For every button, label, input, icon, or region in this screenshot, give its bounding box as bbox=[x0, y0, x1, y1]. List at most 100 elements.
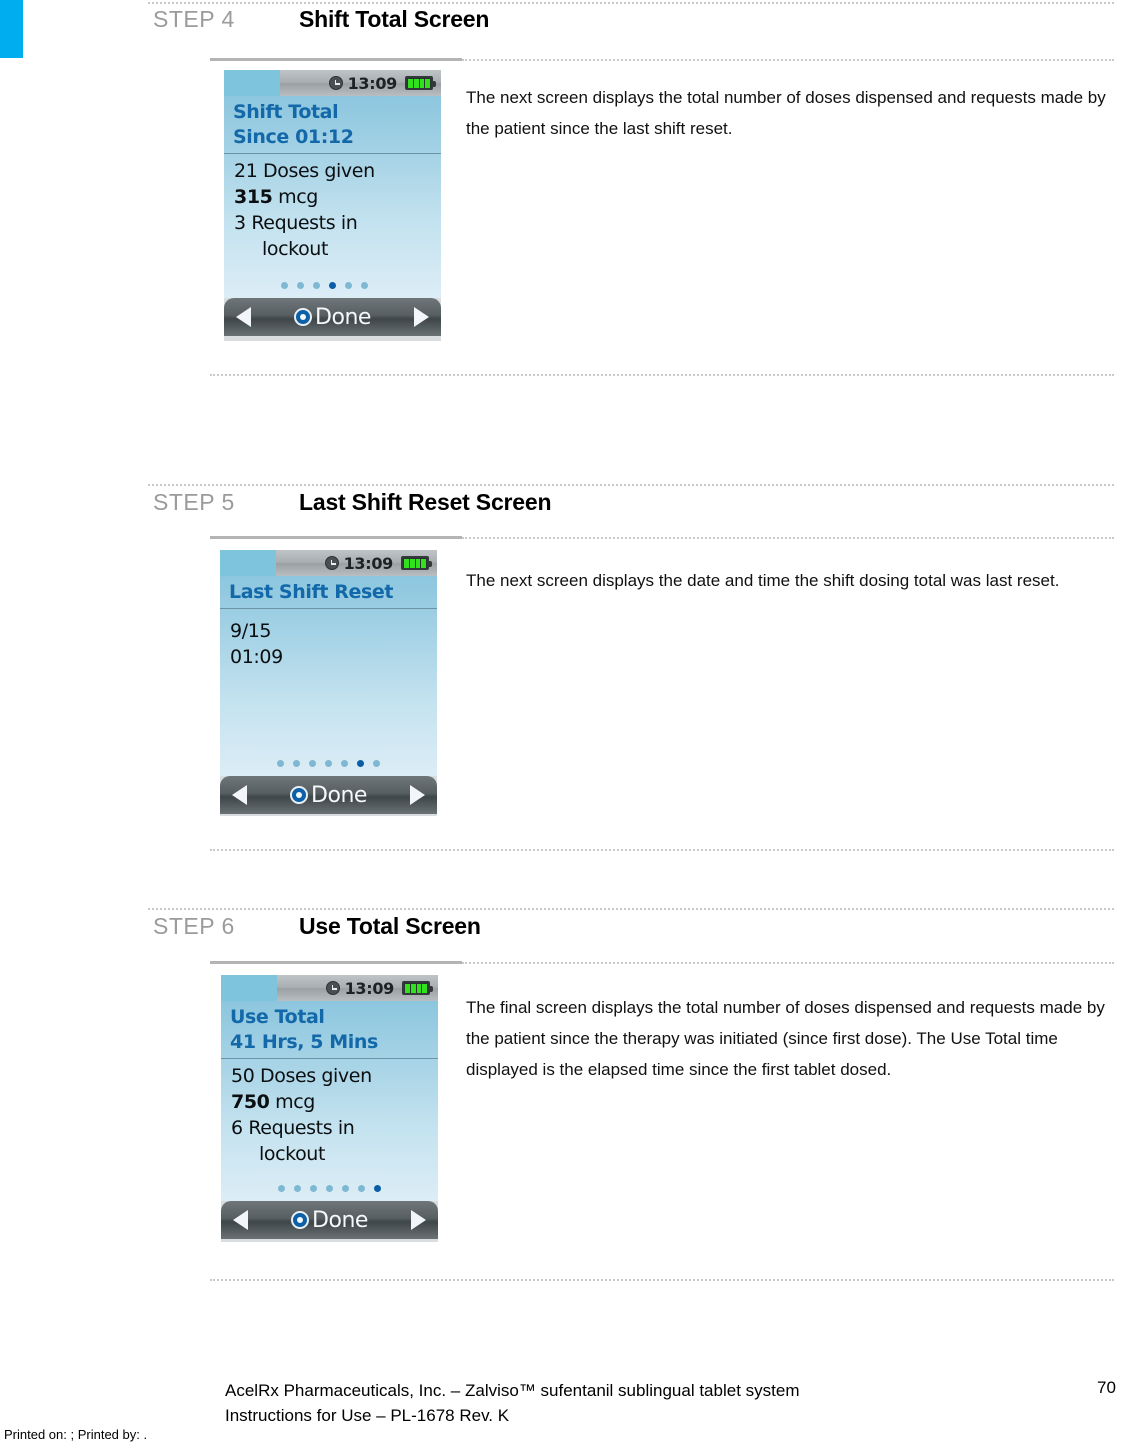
page-indicator-dots bbox=[221, 1185, 438, 1192]
page-dot-active bbox=[329, 282, 336, 289]
status-time: 13:09 bbox=[344, 978, 395, 998]
step-label-5: STEP 5 bbox=[153, 489, 235, 515]
page-dot bbox=[341, 760, 348, 767]
page-dot bbox=[361, 282, 368, 289]
step-body-text-5: The next screen displays the date and ti… bbox=[466, 571, 1060, 590]
device-screen-body: Use Total 41 Hrs, 5 Mins 50 Doses given … bbox=[221, 1001, 438, 1201]
device-screenshot-use-total: 13:09 Use Total 41 Hrs, 5 Mins 50 Doses … bbox=[221, 975, 438, 1242]
device-content-line: 9/15 bbox=[230, 620, 272, 642]
page-dot bbox=[293, 760, 300, 767]
divider-below-step-4 bbox=[210, 58, 1114, 61]
page-dot bbox=[309, 760, 316, 767]
page-dot bbox=[281, 282, 288, 289]
device-content-line: 6 Requests in bbox=[231, 1117, 355, 1139]
battery-icon bbox=[405, 76, 436, 90]
clock-icon bbox=[325, 981, 340, 995]
previous-arrow-icon[interactable] bbox=[232, 785, 247, 805]
page-dot bbox=[373, 760, 380, 767]
device-status-bar: 13:09 bbox=[220, 550, 437, 576]
divider-top-step-5 bbox=[148, 484, 1114, 486]
battery-icon bbox=[401, 556, 432, 570]
device-bottom-bar: Done bbox=[220, 776, 437, 814]
footer-line-2: Instructions for Use – PL-1678 Rev. K bbox=[225, 1406, 510, 1425]
done-button-label: Done bbox=[315, 304, 371, 330]
status-bar-screen-fill bbox=[224, 70, 280, 96]
device-content-line: 50 Doses given bbox=[231, 1065, 372, 1087]
page-dot bbox=[278, 1185, 285, 1192]
page-dot bbox=[313, 282, 320, 289]
battery-icon bbox=[402, 981, 433, 995]
step-label-6: STEP 6 bbox=[153, 913, 235, 939]
device-screen-title-rule bbox=[220, 608, 437, 609]
page-indicator-dots bbox=[220, 760, 437, 767]
page-dot-active bbox=[374, 1185, 381, 1192]
next-arrow-icon[interactable] bbox=[413, 307, 429, 327]
done-button[interactable]: Done bbox=[291, 1208, 368, 1233]
status-bar-screen-fill bbox=[220, 550, 276, 576]
device-screen-title-line-1: Use Total bbox=[230, 1006, 325, 1028]
page-dot bbox=[358, 1185, 365, 1192]
device-content-line: 315 mcg bbox=[234, 186, 318, 208]
page-dot-active bbox=[357, 760, 364, 767]
page-dot bbox=[326, 1185, 333, 1192]
device-screen-body: Shift Total Since 01:12 21 Doses given 3… bbox=[224, 96, 441, 298]
done-button-label: Done bbox=[311, 782, 367, 808]
divider-end-step-6 bbox=[210, 1279, 1114, 1281]
footer-line-1: AcelRx Pharmaceuticals, Inc. – Zalviso™ … bbox=[225, 1381, 800, 1400]
device-status-bar: 13:09 bbox=[224, 70, 441, 96]
previous-arrow-icon[interactable] bbox=[236, 307, 251, 327]
device-screen-title-rule bbox=[221, 1058, 438, 1059]
page-dot bbox=[342, 1185, 349, 1192]
device-screen-title-line-1: Last Shift Reset bbox=[229, 581, 394, 603]
step-body-text-4: The next screen displays the total numbe… bbox=[466, 88, 1106, 138]
done-button[interactable]: Done bbox=[290, 783, 367, 808]
brand-accent-block bbox=[0, 0, 23, 58]
step-body-text-6: The final screen displays the total numb… bbox=[466, 998, 1105, 1079]
divider-below-step-5 bbox=[210, 536, 1114, 539]
clock-icon bbox=[324, 556, 339, 570]
device-screen-title-rule bbox=[224, 153, 441, 154]
page-number: 70 bbox=[1097, 1378, 1116, 1397]
page-dot bbox=[345, 282, 352, 289]
clock-icon bbox=[328, 76, 343, 90]
divider-top-step-4 bbox=[148, 2, 1114, 4]
previous-arrow-icon[interactable] bbox=[233, 1210, 248, 1230]
device-content-line: 01:09 bbox=[230, 646, 283, 668]
device-screen-title: Use Total 41 Hrs, 5 Mins bbox=[221, 1005, 438, 1055]
next-arrow-icon[interactable] bbox=[409, 785, 425, 805]
device-content-line: lockout bbox=[259, 1143, 325, 1165]
select-button-icon bbox=[291, 1211, 310, 1229]
status-time: 13:09 bbox=[343, 553, 394, 573]
step-header-4: STEP 4 Shift Total Screen bbox=[153, 6, 489, 33]
device-screenshot-shift-total: 13:09 Shift Total Since 01:12 21 Doses g… bbox=[224, 70, 441, 341]
divider-end-step-4 bbox=[210, 374, 1114, 376]
step-header-6: STEP 6 Use Total Screen bbox=[153, 913, 481, 940]
device-screenshot-last-shift-reset: 13:09 Last Shift Reset 9/15 01:09 Done bbox=[220, 550, 437, 816]
device-content-line: lockout bbox=[262, 238, 328, 260]
divider-below-step-6 bbox=[210, 961, 1114, 964]
page-indicator-dots bbox=[224, 282, 441, 289]
device-screen-title-line-2: Since 01:12 bbox=[233, 126, 354, 148]
device-screen-content: 50 Doses given 750 mcg 6 Requests in loc… bbox=[221, 1059, 438, 1167]
device-screen-body: Last Shift Reset 9/15 01:09 bbox=[220, 576, 437, 776]
device-content-line: 3 Requests in bbox=[234, 212, 358, 234]
device-bottom-bar: Done bbox=[224, 298, 441, 336]
device-screen-title-line-2: 41 Hrs, 5 Mins bbox=[230, 1031, 378, 1053]
divider-end-step-5 bbox=[210, 849, 1114, 851]
status-bar-screen-fill bbox=[221, 975, 277, 1001]
step-title-6: Use Total Screen bbox=[299, 913, 481, 939]
done-button-label: Done bbox=[312, 1207, 368, 1233]
device-screen-title: Last Shift Reset bbox=[220, 580, 437, 605]
done-button[interactable]: Done bbox=[294, 305, 371, 330]
step-title-5: Last Shift Reset Screen bbox=[299, 489, 552, 515]
select-button-icon bbox=[294, 308, 313, 326]
device-status-bar: 13:09 bbox=[221, 975, 438, 1001]
device-screen-content: 21 Doses given 315 mcg 3 Requests in loc… bbox=[224, 154, 441, 262]
page-dot bbox=[277, 760, 284, 767]
device-bottom-bar: Done bbox=[221, 1201, 438, 1239]
page-dot bbox=[310, 1185, 317, 1192]
device-content-line: 21 Doses given bbox=[234, 160, 375, 182]
page-dot bbox=[294, 1185, 301, 1192]
step-label-4: STEP 4 bbox=[153, 6, 235, 32]
next-arrow-icon[interactable] bbox=[410, 1210, 426, 1230]
